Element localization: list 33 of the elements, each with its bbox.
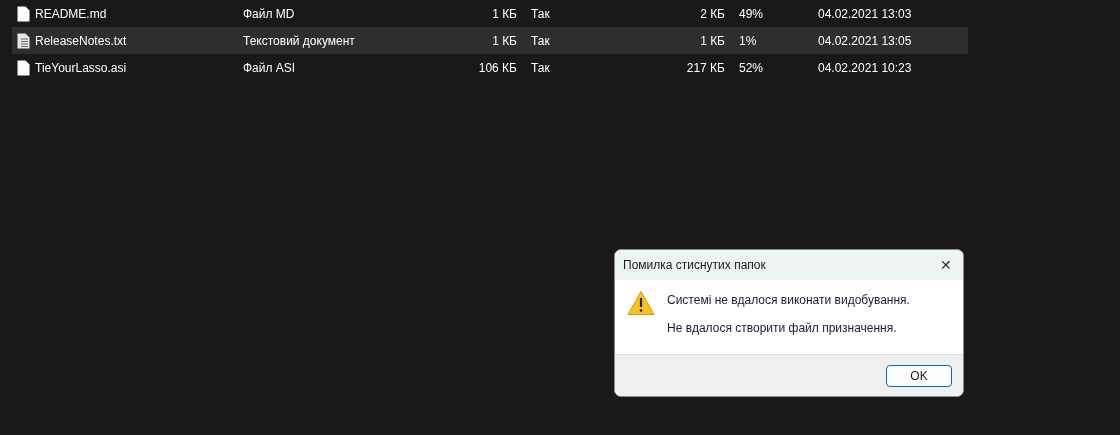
modified-date: 04.02.2021 13:05 bbox=[818, 33, 913, 48]
protected-value: Так bbox=[531, 6, 551, 21]
modified-date: 04.02.2021 10:23 bbox=[818, 60, 913, 75]
compression-ratio: 52% bbox=[739, 60, 765, 75]
packed-size: 217 КБ bbox=[685, 60, 725, 75]
dialog-message: Системі не вдалося виконати видобування. bbox=[667, 293, 910, 307]
dialog-message: Не вдалося створити файл призначення. bbox=[667, 321, 898, 335]
file-name: TieYourLasso.asi bbox=[35, 60, 128, 75]
file-size: 106 КБ bbox=[477, 60, 517, 75]
file-name: README.md bbox=[35, 6, 108, 21]
file-row[interactable]: ReleaseNotes.txt Текстовий документ 1 КБ Так 1 КБ 1% 04.02.2021 13:05 bbox=[12, 27, 968, 54]
packed-size: 2 КБ bbox=[699, 6, 725, 21]
compression-ratio: 49% bbox=[739, 6, 765, 21]
close-button[interactable]: ✕ bbox=[929, 250, 963, 280]
file-row[interactable]: TieYourLasso.asi Файл ASI 106 КБ Так 217 КБ 52% 04.02.2021 10:23 bbox=[12, 54, 968, 81]
file-icon bbox=[17, 5, 30, 22]
dialog-title: Помилка стиснутих папок bbox=[623, 258, 766, 272]
compression-ratio: 1% bbox=[739, 33, 758, 48]
file-name: ReleaseNotes.txt bbox=[35, 33, 128, 48]
protected-value: Так bbox=[531, 33, 551, 48]
file-size: 1 КБ bbox=[491, 6, 517, 21]
file-type: Файл MD bbox=[243, 6, 296, 21]
file-type: Текстовий документ bbox=[243, 33, 356, 48]
ok-button[interactable]: OK bbox=[886, 364, 952, 387]
file-size: 1 КБ bbox=[491, 33, 517, 48]
modified-date: 04.02.2021 13:03 bbox=[818, 6, 913, 21]
file-type: Файл ASI bbox=[243, 60, 297, 75]
file-row[interactable]: README.md Файл MD 1 КБ Так 2 КБ 49% 04.02.2021 13:03 bbox=[12, 0, 968, 27]
packed-size: 1 КБ bbox=[699, 33, 725, 48]
text-file-icon bbox=[17, 32, 30, 49]
warning-icon bbox=[627, 290, 655, 316]
protected-value: Так bbox=[531, 60, 551, 75]
file-icon bbox=[17, 59, 30, 76]
